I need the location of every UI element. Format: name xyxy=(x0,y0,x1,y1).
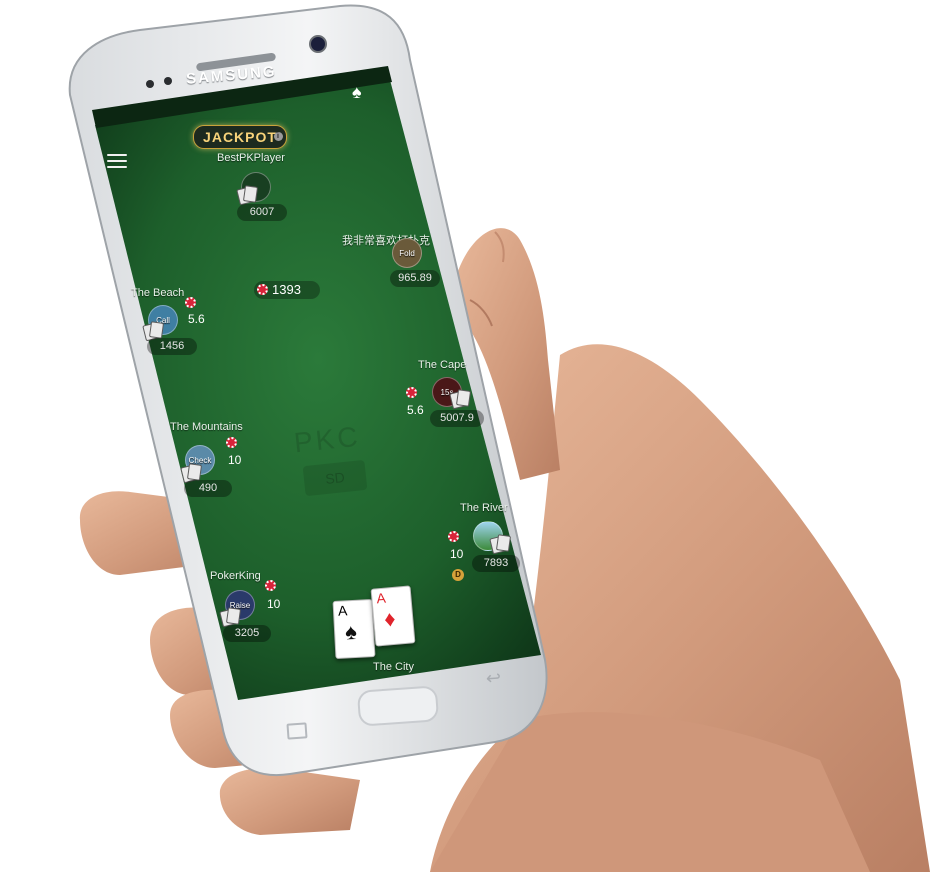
player-stack: 965.89 xyxy=(390,270,440,287)
player-bet: 10 xyxy=(267,597,281,611)
player-name: BestPKPlayer xyxy=(217,152,285,164)
player-stack: 3205 xyxy=(223,625,271,642)
dealer-button-icon: D xyxy=(452,569,464,581)
player-bet: 10 xyxy=(450,547,464,561)
device-brand: SAMSUNG xyxy=(185,63,278,88)
hole-cards-back-icon xyxy=(219,607,242,628)
player-stack: 1456 xyxy=(147,338,197,355)
player-bet: 5.6 xyxy=(407,403,424,417)
table-watermark-logo: PKC xyxy=(292,420,362,459)
player-name: The Cape xyxy=(418,359,467,371)
player-bet: 5.6 xyxy=(188,312,205,326)
hole-cards-back-icon xyxy=(449,389,472,410)
player-stack: 6007 xyxy=(237,204,287,221)
jackpot-info-icon[interactable]: i xyxy=(274,132,283,141)
diamond-suit-icon: ♦ xyxy=(383,605,397,632)
hole-cards-back-icon xyxy=(142,321,165,342)
poker-table: SAMSUNG JACKPOT i ♠ PKC SD 1393 BestPKPl… xyxy=(0,0,940,872)
player-name: The Mountains xyxy=(170,421,243,433)
spade-icon[interactable]: ♠ xyxy=(352,82,362,103)
menu-icon[interactable] xyxy=(107,154,127,170)
hole-card[interactable]: A ♦ xyxy=(370,585,416,647)
hole-cards-back-icon xyxy=(180,463,203,484)
pot-display: 1393 xyxy=(254,281,320,299)
player-stack: 7893 xyxy=(472,555,520,572)
chip-icon xyxy=(226,437,237,448)
player-avatar: Fold xyxy=(392,238,422,268)
home-button[interactable] xyxy=(356,685,440,727)
hole-cards-back-icon xyxy=(489,534,512,555)
jackpot-label: JACKPOT xyxy=(203,129,277,145)
player-action: Fold xyxy=(399,249,415,258)
player-stack: 490 xyxy=(184,480,232,497)
hole-card[interactable]: A ♠ xyxy=(332,598,376,660)
back-icon[interactable]: ↩ xyxy=(485,667,502,689)
recent-apps-icon[interactable] xyxy=(286,722,308,740)
player-name: PokerKing xyxy=(210,570,261,582)
player-bet: 10 xyxy=(228,453,242,467)
card-rank: A xyxy=(337,602,348,619)
spade-suit-icon: ♠ xyxy=(344,618,358,645)
chip-icon xyxy=(448,531,459,542)
player-stack: 5007.9 xyxy=(430,410,484,427)
player-name: The Beach xyxy=(131,287,185,299)
chip-icon xyxy=(406,387,417,398)
hero-player-name: The City xyxy=(373,661,414,673)
chip-icon xyxy=(257,284,268,295)
chip-icon xyxy=(185,297,196,308)
pot-amount: 1393 xyxy=(272,282,301,297)
player-name: The River xyxy=(460,502,508,514)
chip-icon xyxy=(265,580,276,591)
jackpot-badge[interactable]: JACKPOT i xyxy=(193,125,287,149)
card-rank: A xyxy=(375,589,387,607)
table-watermark-sd: SD xyxy=(302,459,368,497)
hole-cards-back-icon xyxy=(236,185,259,206)
